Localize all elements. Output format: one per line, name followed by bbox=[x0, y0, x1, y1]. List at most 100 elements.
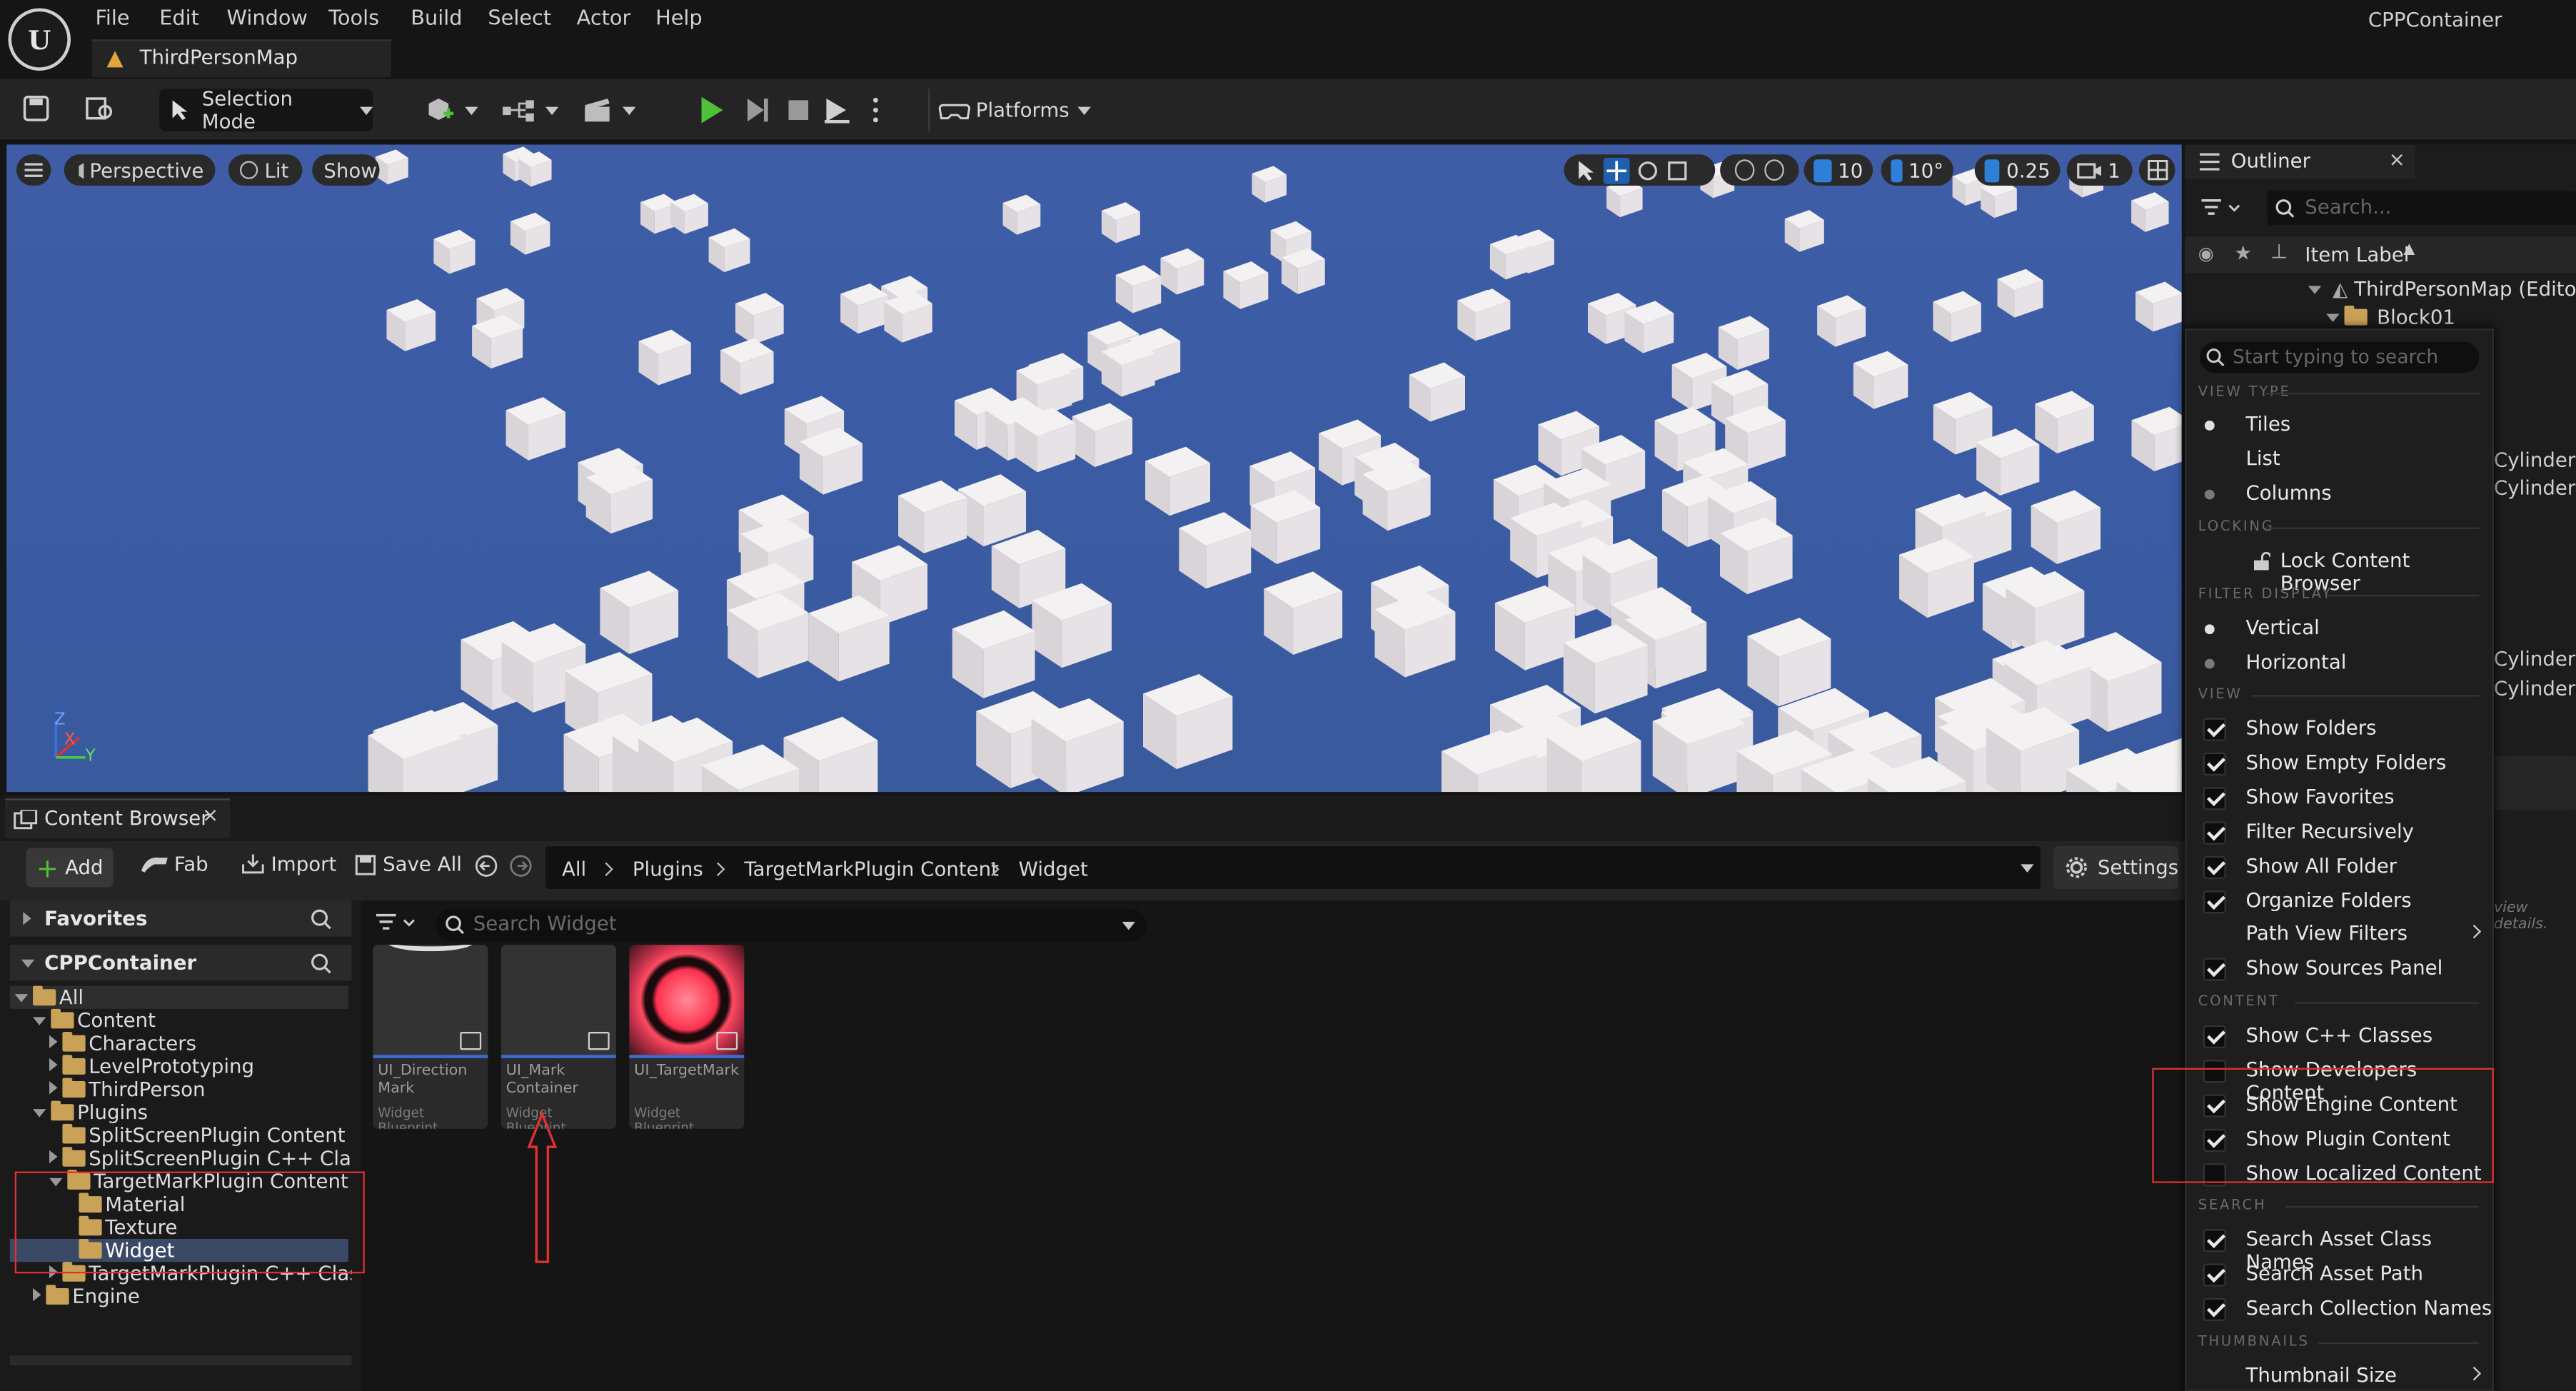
import-button[interactable]: Import bbox=[241, 853, 336, 875]
menu-select[interactable]: Select bbox=[488, 5, 551, 30]
menu-edit[interactable]: Edit bbox=[159, 5, 199, 30]
level-viewport[interactable]: Perspective Lit Show 10 10° 0.25 1 Z X Y bbox=[6, 144, 2182, 793]
lit-button[interactable]: Lit bbox=[228, 154, 303, 186]
tree-plugins[interactable]: Plugins bbox=[33, 1101, 148, 1124]
translate-icon[interactable] bbox=[1603, 156, 1630, 184]
breadcrumb-plugins[interactable]: Plugins bbox=[633, 858, 703, 880]
step-button[interactable] bbox=[743, 89, 772, 131]
breadcrumb-all[interactable]: All bbox=[562, 858, 586, 880]
play-options-icon[interactable] bbox=[871, 89, 881, 131]
forward-arrow-icon[interactable] bbox=[509, 855, 532, 878]
menu-filter-recursively[interactable]: Filter Recursively bbox=[2187, 815, 2492, 849]
asset-tile[interactable]: UI_Direction Mark Widget Blueprint bbox=[373, 945, 488, 1129]
outliner-row-map[interactable]: ◭ ThirdPersonMap (Editor) bbox=[2308, 278, 2576, 301]
breadcrumb-targetmarkplugin-content[interactable]: TargetMarkPlugin Content bbox=[744, 858, 999, 880]
selection-mode-dropdown[interactable]: Selection Mode bbox=[159, 87, 373, 133]
eject-button[interactable] bbox=[822, 89, 851, 131]
outliner-row-cylinder6[interactable]: Cylinder6 bbox=[2494, 476, 2576, 499]
filter-icon[interactable] bbox=[2201, 199, 2244, 219]
collections-header[interactable] bbox=[9, 1355, 352, 1366]
menu-path-view-filters[interactable]: Path View Filters bbox=[2187, 917, 2492, 951]
menu-list[interactable]: List bbox=[2187, 442, 2492, 476]
tree-all[interactable]: All bbox=[14, 985, 84, 1009]
rotation-snap-button[interactable]: 10° bbox=[1881, 154, 1953, 186]
chevron-down-icon[interactable] bbox=[2021, 864, 2034, 873]
project-header[interactable]: CPPContainer bbox=[9, 945, 352, 981]
tree-characters[interactable]: Characters bbox=[49, 1032, 196, 1055]
tree-splitscreen-classes[interactable]: SplitScreenPlugin C++ Classes bbox=[49, 1147, 351, 1170]
outliner-row-cylinder[interactable]: Cylinder bbox=[2494, 648, 2575, 671]
settings-button[interactable]: Settings bbox=[2053, 846, 2179, 889]
menu-file[interactable]: File bbox=[95, 5, 129, 30]
rotate-icon[interactable] bbox=[1636, 159, 1659, 181]
menu-show-all-folder[interactable]: Show All Folder bbox=[2187, 850, 2492, 884]
outliner-row-cylinder2[interactable]: Cylinder2 bbox=[2494, 677, 2576, 700]
save-all-button[interactable]: Save All bbox=[355, 853, 462, 875]
show-button[interactable]: Show bbox=[312, 154, 380, 186]
tree-engine[interactable]: Engine bbox=[33, 1285, 140, 1308]
menu-organize-folders[interactable]: Organize Folders bbox=[2187, 884, 2492, 918]
outliner-row-block[interactable]: Block01 bbox=[2326, 305, 2455, 328]
menu-horizontal[interactable]: Horizontal bbox=[2187, 646, 2492, 680]
browse-icon[interactable] bbox=[86, 95, 115, 121]
pin-icon[interactable]: ⊥ bbox=[2270, 240, 2288, 263]
item-label-column[interactable]: Item Label bbox=[2305, 243, 2409, 266]
menu-search-asset-path[interactable]: Search Asset Path bbox=[2187, 1257, 2492, 1291]
blueprint-button[interactable] bbox=[501, 89, 559, 131]
tree-thirdperson[interactable]: ThirdPerson bbox=[49, 1078, 205, 1101]
surface-snap-icon[interactable] bbox=[1764, 159, 1784, 181]
add-button[interactable]: + Add bbox=[26, 848, 114, 888]
menu-columns[interactable]: Columns bbox=[2187, 476, 2492, 511]
scale-snap-button[interactable]: 0.25 bbox=[1974, 154, 2061, 186]
back-arrow-icon[interactable] bbox=[475, 855, 498, 878]
star-icon[interactable]: ★ bbox=[2234, 241, 2252, 264]
close-icon[interactable]: × bbox=[2389, 148, 2405, 171]
layout-button[interactable] bbox=[2138, 154, 2175, 186]
menu-vertical[interactable]: Vertical bbox=[2187, 611, 2492, 646]
filter-icon[interactable] bbox=[376, 913, 419, 933]
outliner-tab[interactable]: Outliner × bbox=[2185, 144, 2415, 179]
asset-tile[interactable]: UI_Mark Container Widget Blueprint bbox=[500, 945, 616, 1129]
menu-search-input[interactable]: Start typing to search bbox=[2200, 341, 2480, 373]
menu-show-sources-panel[interactable]: Show Sources Panel bbox=[2187, 951, 2492, 985]
outliner-search-input[interactable]: Search... bbox=[2267, 190, 2576, 226]
grid-snap-button[interactable]: 10 bbox=[1803, 154, 1873, 186]
platforms-dropdown[interactable]: Platforms bbox=[928, 89, 1091, 132]
stop-button[interactable] bbox=[785, 89, 812, 131]
world-space-icon[interactable] bbox=[1734, 159, 1755, 181]
menu-show-favorites[interactable]: Show Favorites bbox=[2187, 780, 2492, 815]
menu-tools[interactable]: Tools bbox=[328, 5, 379, 30]
menu-thumbnail-size[interactable]: Thumbnail Size bbox=[2187, 1359, 2492, 1391]
perspective-button[interactable]: Perspective bbox=[64, 154, 216, 186]
menu-search-collection-names[interactable]: Search Collection Names bbox=[2187, 1292, 2492, 1326]
menu-tiles[interactable]: Tiles bbox=[2187, 408, 2492, 442]
camera-speed-button[interactable]: 1 bbox=[2066, 154, 2133, 186]
asset-search-input[interactable]: Search Widget bbox=[435, 908, 1147, 942]
select-cursor-icon[interactable] bbox=[1574, 159, 1596, 181]
play-button[interactable] bbox=[697, 89, 726, 131]
tree-levelprototyping[interactable]: LevelPrototyping bbox=[49, 1055, 254, 1078]
menu-window[interactable]: Window bbox=[227, 5, 308, 30]
tree-splitscreen-content[interactable]: SplitScreenPlugin Content bbox=[49, 1124, 346, 1147]
cinematics-button[interactable] bbox=[582, 89, 636, 131]
menu-show-empty-folders[interactable]: Show Empty Folders bbox=[2187, 746, 2492, 780]
menu-build[interactable]: Build bbox=[411, 5, 462, 30]
menu-show-cpp-classes[interactable]: Show C++ Classes bbox=[2187, 1019, 2492, 1053]
save-icon[interactable] bbox=[23, 95, 49, 121]
asset-tile[interactable]: UI_TargetMark Widget Blueprint bbox=[629, 945, 745, 1129]
favorites-header[interactable]: Favorites bbox=[9, 900, 352, 937]
tree-content[interactable]: Content bbox=[33, 1008, 156, 1032]
tab-map[interactable]: ThirdPersonMap bbox=[91, 39, 391, 78]
menu-lock-content-browser[interactable]: Lock Content Browser bbox=[2187, 544, 2492, 595]
viewport-menu-button[interactable] bbox=[16, 154, 51, 186]
menu-search-asset-class-names[interactable]: Search Asset Class Names bbox=[2187, 1222, 2492, 1273]
outliner-row-cylinder3[interactable]: Cylinder3 bbox=[2494, 448, 2576, 471]
menu-show-folders[interactable]: Show Folders bbox=[2187, 711, 2492, 745]
content-browser-tab[interactable]: Content Browser × bbox=[4, 798, 231, 838]
fab-button[interactable]: Fab bbox=[140, 853, 208, 875]
menu-actor[interactable]: Actor bbox=[577, 5, 631, 30]
breadcrumb-widget[interactable]: Widget bbox=[1019, 858, 1088, 880]
visibility-eye-icon[interactable]: ◉ bbox=[2198, 243, 2214, 265]
scale-icon[interactable] bbox=[1666, 159, 1689, 181]
menu-help[interactable]: Help bbox=[655, 5, 703, 30]
